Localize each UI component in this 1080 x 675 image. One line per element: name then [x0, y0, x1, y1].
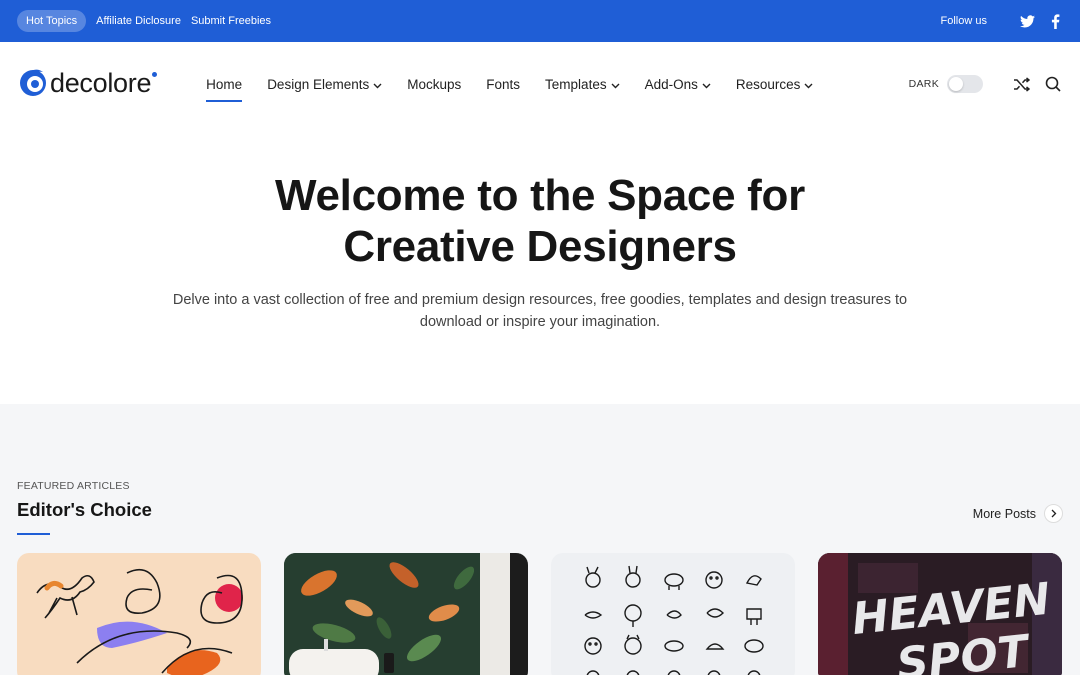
- section-title-underline: [17, 533, 50, 535]
- main-header: decolore Home Design Elements Mockups Fo…: [0, 42, 1080, 126]
- main-nav: Home Design Elements Mockups Fonts Templ…: [206, 76, 838, 102]
- card-line-art-animals[interactable]: [17, 553, 261, 675]
- nav-home[interactable]: Home: [206, 76, 243, 102]
- card-line-art-image: [36, 568, 243, 675]
- card-botanical-wallpaper[interactable]: [284, 553, 528, 675]
- social-area: Follow us: [941, 13, 1063, 29]
- dark-mode-label: DARK: [908, 78, 939, 90]
- toggle-knob: [949, 77, 963, 91]
- section-title: Editor's Choice: [17, 499, 152, 520]
- nav-fonts[interactable]: Fonts: [486, 77, 520, 92]
- nav-mockups-label: Mockups: [407, 76, 462, 92]
- card-heaven-spot-font[interactable]: HEAVEN SPOT: [818, 553, 1062, 675]
- chevron-right-icon: [1044, 504, 1063, 523]
- header-tools: DARK: [909, 75, 1062, 93]
- affiliate-disclosure-link[interactable]: Affiliate Diclosure: [96, 15, 181, 27]
- hero-section: Welcome to the Space for Creative Design…: [0, 170, 1080, 333]
- nav-mockups[interactable]: Mockups: [407, 77, 461, 92]
- chevron-down-icon: [804, 77, 813, 92]
- shuffle-icon[interactable]: [1012, 75, 1030, 93]
- logo-wordmark: decolore: [50, 67, 152, 98]
- facebook-icon[interactable]: [1047, 13, 1063, 29]
- hero-subtitle: Delve into a vast collection of free and…: [172, 292, 908, 330]
- search-icon[interactable]: [1044, 75, 1062, 93]
- nav-add-ons-label: Add-Ons: [644, 76, 698, 92]
- nav-add-ons[interactable]: Add-Ons: [645, 77, 711, 92]
- nav-templates[interactable]: Templates: [545, 77, 620, 92]
- hero-title: Welcome to the Space for Creative Design…: [0, 170, 1080, 272]
- card-animal-icons[interactable]: [551, 553, 795, 675]
- nav-resources-label: Resources: [735, 76, 801, 92]
- chevron-down-icon: [611, 77, 620, 92]
- featured-section: FEATURED ARTICLES Editor's Choice More P…: [0, 404, 1080, 675]
- top-bar: Hot Topics Affiliate Diclosure Submit Fr…: [0, 0, 1080, 42]
- hot-topics-link[interactable]: Hot Topics: [17, 10, 87, 32]
- more-posts-label: More Posts: [972, 506, 1036, 521]
- follow-us-label: Follow us: [940, 15, 987, 27]
- nav-resources[interactable]: Resources: [736, 77, 814, 92]
- section-kicker: FEATURED ARTICLES: [17, 480, 130, 492]
- card-animal-icons-image: [584, 565, 764, 675]
- dark-mode-toggle[interactable]: [947, 75, 983, 93]
- nav-home-label: Home: [206, 76, 243, 92]
- twitter-icon[interactable]: [1019, 13, 1035, 29]
- submit-freebies-link[interactable]: Submit Freebies: [191, 15, 271, 27]
- more-posts-button[interactable]: More Posts: [973, 504, 1063, 523]
- chevron-down-icon: [702, 77, 711, 92]
- card-heaven-spot-image: HEAVEN SPOT: [818, 553, 1062, 675]
- hero-title-line-1: Welcome to the Space for: [275, 171, 805, 220]
- chevron-down-icon: [373, 77, 382, 92]
- nav-fonts-label: Fonts: [486, 76, 521, 92]
- nav-design-elements-label: Design Elements: [267, 76, 370, 92]
- site-logo[interactable]: decolore: [18, 66, 158, 103]
- card-botanical-image: [284, 553, 528, 675]
- logo-dot: [152, 71, 158, 77]
- featured-cards: HEAVEN SPOT: [17, 553, 1080, 675]
- nav-design-elements[interactable]: Design Elements: [267, 77, 382, 92]
- hero-title-line-2: Creative Designers: [343, 222, 737, 271]
- nav-templates-label: Templates: [545, 76, 607, 92]
- logo-mark-icon: [18, 66, 48, 103]
